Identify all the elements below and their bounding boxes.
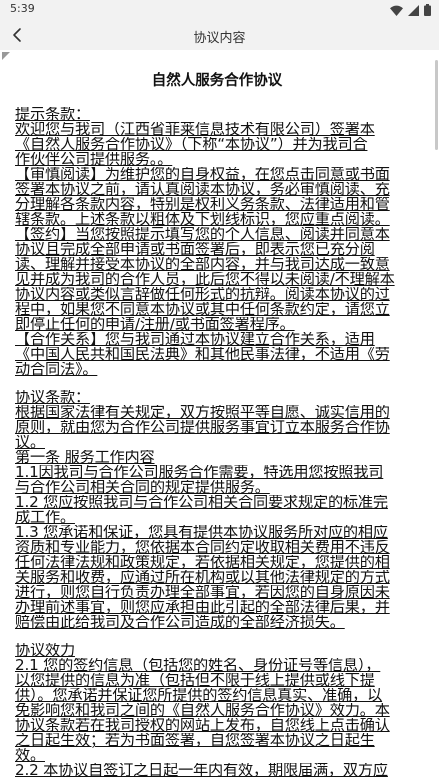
agreement-line: 欢迎您与我司（江西省菲莱信息技术有限公司）签署本 (15, 122, 375, 137)
agreement-line: 协议条款若在我司授权的网站上发布，自您线上点击确认 (15, 718, 390, 733)
document-corner-icon (2, 52, 10, 60)
agreement-line: 成工作。 (15, 510, 75, 525)
agreement-line: 供）。您承诺并保证您所提供的签约信息真实、准确，以 (15, 688, 383, 703)
agreement-line: 进行，则您自行负责办理全部事宜，若因您的自身原因未 (15, 585, 390, 600)
signal-icon (408, 4, 419, 16)
agreement-line: 《自然人服务合作协议》（下称“本协议”）并为我司合 (15, 137, 368, 152)
agreement-line: 【合作关系】您与我司通过本协议建立合作关系，适用 (15, 332, 375, 347)
agreement-line: 第一条 服务工作内容 (15, 450, 155, 465)
agreement-line: 协议内容或类似言辞做任何形式的抗辩。阅读本协议的过 (15, 287, 390, 302)
agreement-line: 协议条款： (15, 390, 90, 405)
agreement-line: 协议且完成全部申请或书面签署后，即表示您已充分阅 (15, 242, 375, 257)
agreement-line: 1.1因我司与合作公司服务合作需要，特选用您按照我司 (15, 465, 384, 480)
agreement-line: 1.3 您承诺和保证，您具有提供本协议服务所对应的相应 (15, 525, 388, 540)
page-title: 协议内容 (193, 31, 246, 46)
agreement-line: 作伙伴公司提供服务。。 (15, 152, 173, 167)
wifi-icon (390, 5, 403, 16)
agreement-content[interactable]: 自然人服务合作协议 提示条款： 欢迎您与我司（江西省菲莱信息技术有限公司）签署本《… (15, 50, 419, 782)
battery-icon (424, 4, 431, 16)
agreement-line: 2.1 您的签约信息（包括您的姓名、身份证号等信息）， (15, 658, 381, 673)
agreement-line: 签署本协议之前，请认真阅读本协议，务必审慎阅读、充 (15, 182, 390, 197)
agreement-line: 见并成为我司的合作人员，此后您不得以未阅读/不理解本 (15, 272, 395, 287)
status-icons (390, 3, 431, 17)
agreement-line: 资质和专业能力，您依据本合同约定收取相关费用不违反 (15, 540, 390, 555)
agreement-line: 赔偿由此给我司及合作公司造成的全部经济损失。 (15, 615, 345, 630)
agreement-line: 办理前述事宜，则您应承担由此引起的全部法律后果，并 (15, 600, 390, 615)
agreement-line: 1.2 您应按照我司与合作公司相关合同要求规定的标准完 (15, 495, 388, 510)
agreement-line: 程中，如果您不同意本协议或其中任何条款约定，请您立 (15, 302, 390, 317)
scrollbar[interactable] (435, 60, 438, 150)
agreement-line: 动合同法》。 (15, 362, 98, 377)
agreement-line: 辖条款。上述条款以粗体及下划线标识，您应重点阅读。 (15, 212, 390, 227)
agreement-line: 【签约】当您按照提示填写您的个人信息、阅读并同意本 (15, 227, 390, 242)
agreement-line: 之日起生效；若为书面签署，自您签署本协议之日起生 (15, 733, 375, 748)
agreement-terms: 协议条款： 根据国家法律有关规定，双方按照平等自愿、诚实信用的 原则，就由您为合作公… (15, 390, 419, 450)
agreement-title: 自然人服务合作协议 (151, 73, 283, 89)
agreement-line: 分理解各条款内容，特别是权利义务条款、法律适用和管 (15, 197, 390, 212)
agreement-line: 协议效力 (15, 643, 75, 658)
agreement-line: 与合作公司相关合同的规定提供服务。 (15, 480, 270, 495)
agreement-line: 根据国家法律有关规定，双方按照平等自愿、诚实信用的 (15, 405, 390, 420)
agreement-line: 即停止任何的申请/注册/或书面签署程序。 (15, 317, 295, 332)
agreement-line: 提示条款： (15, 107, 90, 122)
agreement-line: 关服务和收费，应通过所在机构或以其他法律规定的方式 (15, 570, 390, 585)
agreement-effect: 协议效力 2.1 您的签约信息（包括您的姓名、身份证号等信息）， 以您提供的信息为准… (15, 643, 419, 778)
agreement-line: 议。 (15, 435, 45, 450)
careful-reading-clause: 【审慎阅读】为维护您的自身权益，在您点击同意或书面 签署本协议之前，请认真阅读本协… (15, 167, 419, 227)
agreement-line: 【审慎阅读】为维护您的自身权益，在您点击同意或书面 (15, 167, 390, 182)
agreement-line: 以您提供的信息为准（包括但不限于线上提供或线下提 (15, 673, 375, 688)
agreement-line: 原则，就由您为合作公司提供服务事宜订立本服务合作协 (15, 420, 390, 435)
agreement-line: 效。 (15, 748, 45, 763)
status-time: 5:39 (10, 2, 35, 15)
cooperation-clause: 【合作关系】您与我司通过本协议建立合作关系，适用 《中国人民共和国民法典》和其他民… (15, 332, 419, 377)
prompt-clause: 提示条款： 欢迎您与我司（江西省菲莱信息技术有限公司）签署本 《自然人服务合作协议》… (15, 107, 419, 167)
article-one: 第一条 服务工作内容 1.1因我司与合作公司服务合作需要，特选用您按照我司 与合作公… (15, 450, 419, 630)
agreement-line: 任何法律法规和政策规定，若依据相关规定，您提供的相 (15, 555, 390, 570)
agreement-line: 免影响您和我司之间的《自然人服务合作协议》效力。本 (15, 703, 390, 718)
status-bar: 5:39 (0, 0, 439, 20)
agreement-line: 《中国人民共和国民法典》和其他民事法律，不适用《劳 (15, 347, 390, 362)
nav-bar: 协议内容 (0, 20, 439, 50)
agreement-line: 2.2 本协议自签订之日起一年内有效，期限届满，双方应 (15, 763, 388, 778)
agreement-line: 读、理解并接受本协议的全部内容，并与我司达成一致意 (15, 257, 390, 272)
signing-clause: 【签约】当您按照提示填写您的个人信息、阅读并同意本 协议且完成全部申请或书面签署后… (15, 227, 419, 332)
